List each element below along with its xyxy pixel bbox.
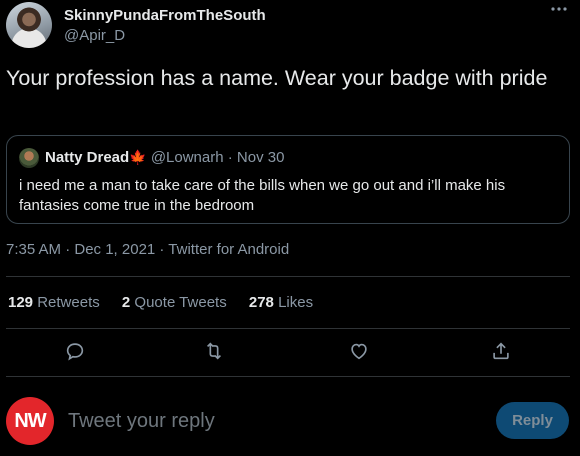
retweets-stat[interactable]: 129 Retweets — [8, 294, 100, 311]
quote-tweets-label: Quote Tweets — [134, 294, 227, 311]
author-avatar[interactable] — [6, 2, 52, 48]
retweets-label: Retweets — [37, 294, 100, 311]
tweet-text: Your profession has a name. Wear your ba… — [6, 66, 548, 90]
author-name[interactable]: SkinnyPundaFromTheSouth — [64, 7, 266, 24]
divider — [6, 328, 570, 329]
heart-icon[interactable] — [348, 340, 372, 364]
author-handle[interactable]: @Apir_D — [64, 27, 125, 44]
likes-stat[interactable]: 278 Likes — [249, 294, 313, 311]
user-avatar[interactable]: NW — [6, 397, 54, 445]
engagement-stats: 129 Retweets 2 Quote Tweets 278 Likes — [8, 294, 331, 311]
retweets-count: 129 — [8, 294, 34, 311]
share-icon[interactable] — [490, 340, 514, 364]
tweet-header: SkinnyPundaFromTheSouth @Apir_D — [0, 0, 580, 60]
quoted-author-name: Natty Dread — [45, 149, 130, 166]
likes-label: Likes — [278, 294, 314, 311]
divider — [6, 276, 570, 277]
quote-tweets-count: 2 — [121, 294, 131, 311]
more-options-icon[interactable] — [550, 6, 568, 12]
quote-tweets-stat[interactable]: 2 Quote Tweets — [122, 294, 227, 311]
likes-count: 278 — [248, 294, 274, 311]
tweet-timestamp[interactable]: 7:35 AM · Dec 1, 2021 · Twitter for Andr… — [6, 241, 289, 258]
quoted-tweet-card[interactable]: Natty Dread🍁 @Lownarh · Nov 30 i need me… — [6, 135, 570, 224]
quoted-handle-date: @Lownarh · Nov 30 — [150, 149, 285, 166]
reply-button[interactable]: Reply — [496, 402, 569, 439]
quoted-tweet-text: i need me a man to take care of the bill… — [19, 177, 506, 214]
quoted-author-line: Natty Dread🍁 @Lownarh · Nov 30 — [45, 149, 284, 166]
action-bar — [0, 340, 580, 370]
quoted-author-avatar — [19, 148, 39, 168]
divider — [6, 376, 570, 377]
maple-leaf-icon: 🍁 — [129, 149, 147, 165]
reply-input[interactable] — [66, 405, 470, 437]
comment-icon[interactable] — [64, 340, 88, 364]
retweet-icon[interactable] — [203, 340, 227, 364]
